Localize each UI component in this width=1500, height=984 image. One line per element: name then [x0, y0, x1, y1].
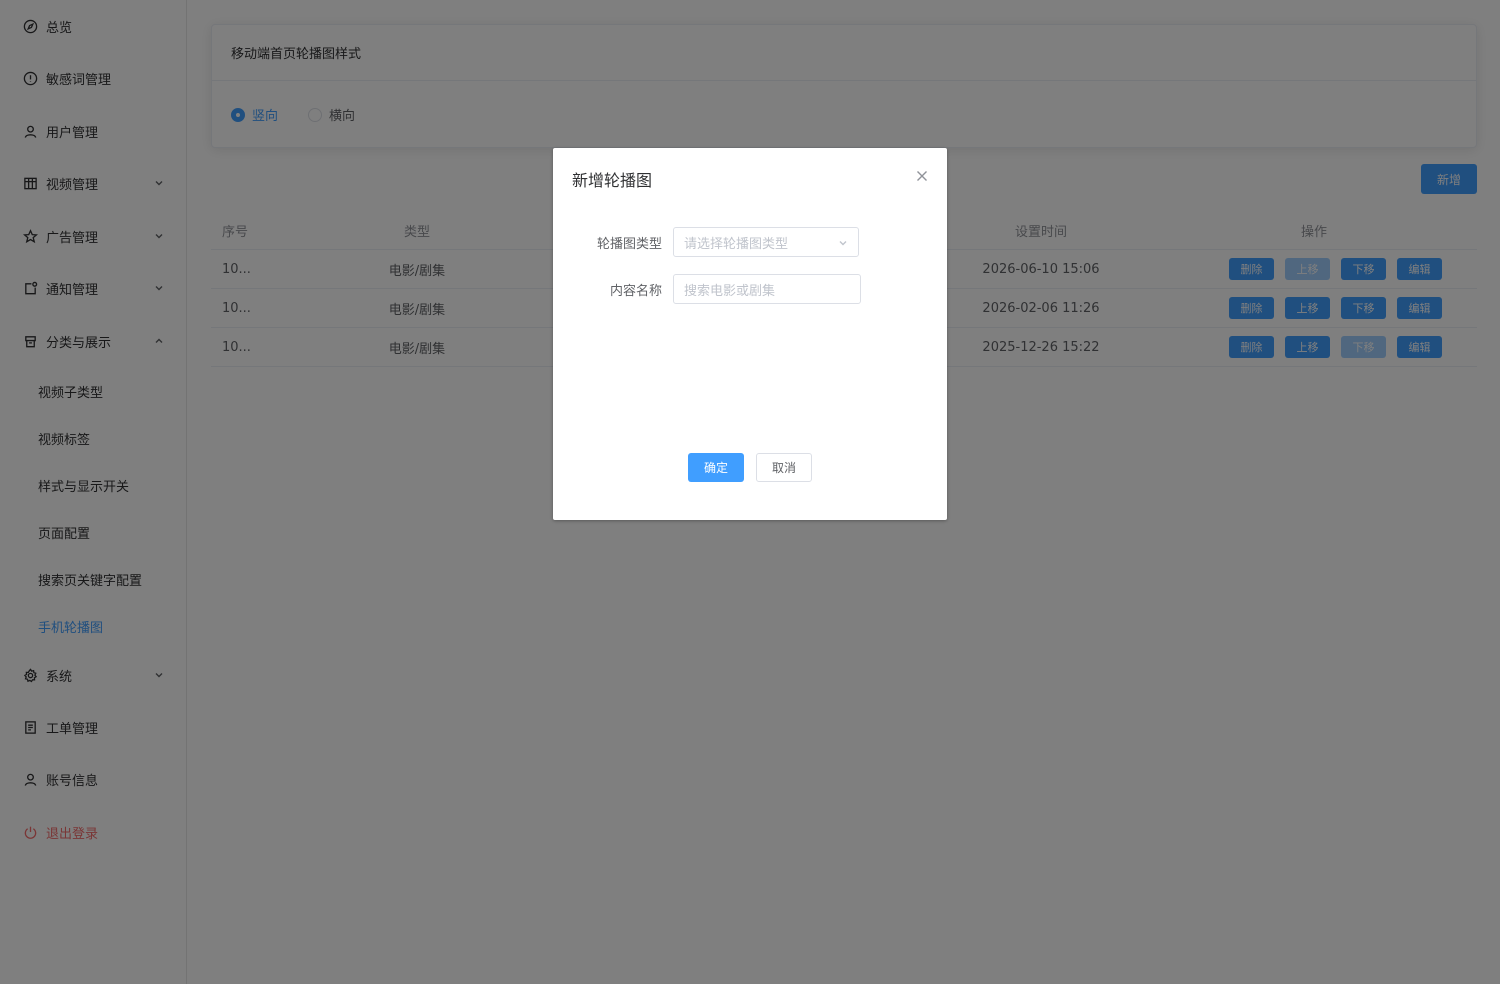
content-name-input[interactable]: 搜索电影或剧集 — [673, 274, 861, 304]
carousel-type-select[interactable]: 请选择轮播图类型 — [673, 227, 859, 257]
dialog-title: 新增轮播图 — [572, 171, 653, 190]
content-name-label: 内容名称 — [609, 283, 662, 299]
form-row-type: 轮播图类型 请选择轮播图类型 — [553, 227, 947, 257]
close-icon[interactable] — [916, 170, 928, 182]
carousel-type-placeholder: 请选择轮播图类型 — [684, 236, 789, 252]
carousel-type-label: 轮播图类型 — [596, 236, 662, 252]
cancel-button[interactable]: 取消 — [756, 453, 812, 482]
form-row-name: 内容名称 搜索电影或剧集 — [553, 274, 947, 304]
confirm-button[interactable]: 确定 — [688, 453, 744, 482]
content-name-placeholder: 搜索电影或剧集 — [684, 283, 776, 299]
add-carousel-dialog: 新增轮播图 轮播图类型 请选择轮播图类型 内容名称 搜索电影或剧集 确定 取消 — [553, 148, 947, 520]
chevron-down-icon — [838, 237, 848, 247]
